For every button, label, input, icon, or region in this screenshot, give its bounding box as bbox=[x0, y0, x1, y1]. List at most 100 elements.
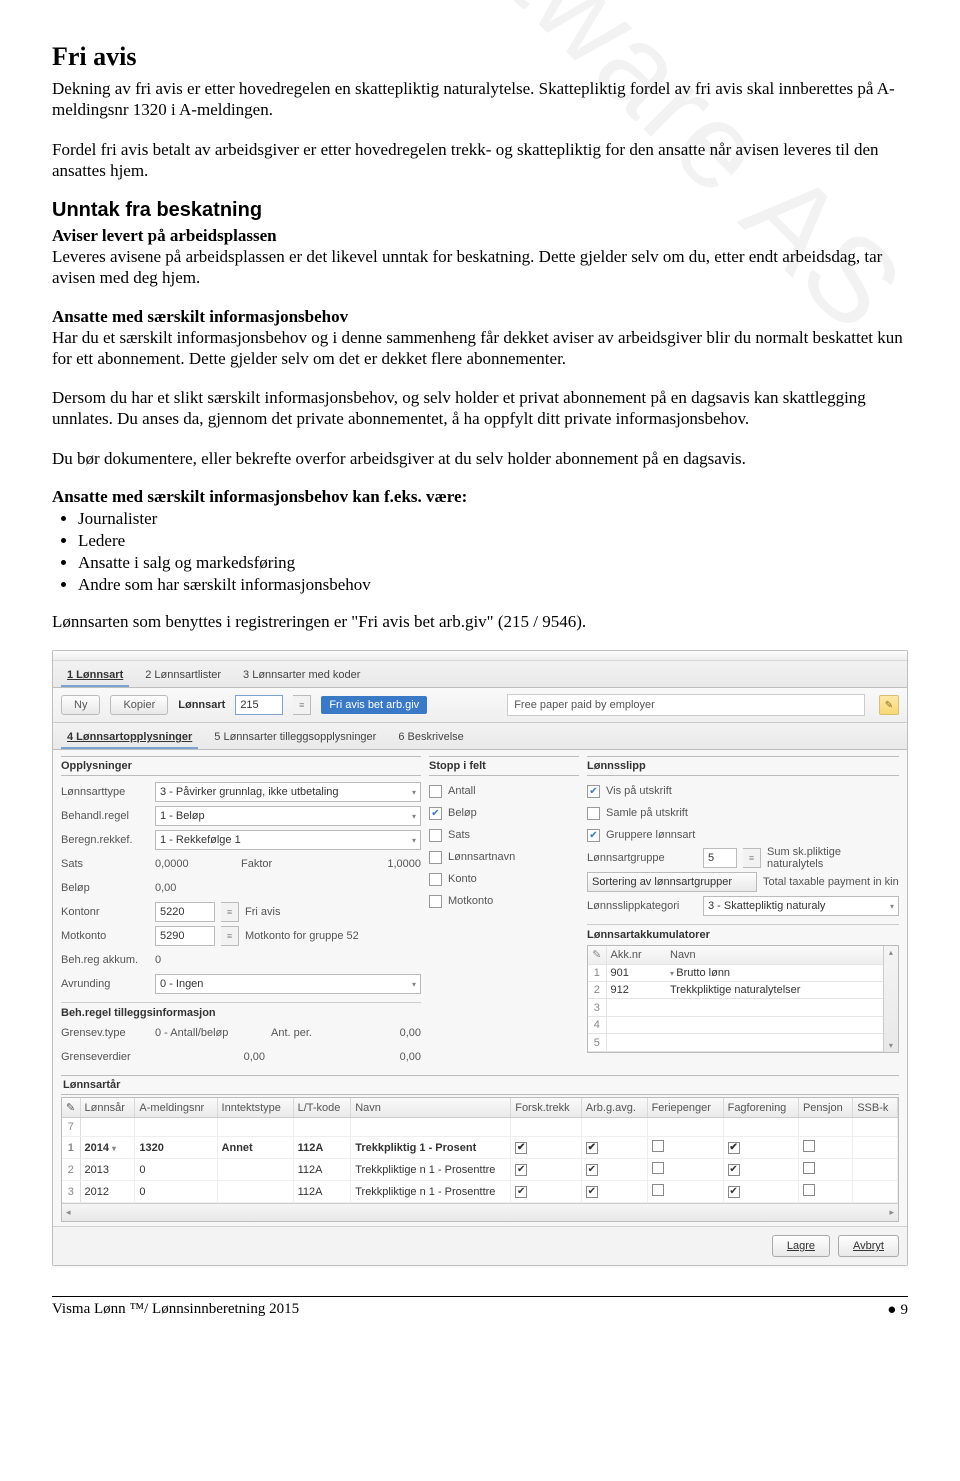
lbl-avrunding: Avrunding bbox=[61, 978, 149, 990]
chk-vispa[interactable]: ✔Vis på utskrift bbox=[587, 780, 899, 802]
lbl-belop: Beløp bbox=[61, 882, 149, 894]
list-icon[interactable]: ≡ bbox=[221, 926, 239, 946]
h-scrollbar[interactable]: ◂▸ bbox=[62, 1203, 898, 1221]
lonnsart-label: Lønnsart bbox=[178, 699, 225, 711]
group-lonnsslipp: Lønnsslipp bbox=[587, 756, 899, 776]
val-faktor: 1,0000 bbox=[297, 858, 421, 870]
tab-tillegg[interactable]: 5 Lønnsarter tilleggsopplysninger bbox=[208, 727, 382, 749]
lbl-behandlregel: Behandl.regel bbox=[61, 810, 149, 822]
val-g2: 0,00 bbox=[337, 1051, 421, 1063]
list-item: Andre som har særskilt informasjonsbehov bbox=[78, 575, 908, 595]
chk-sats[interactable]: Sats bbox=[429, 824, 579, 846]
chk-lonnsartnavn[interactable]: Lønnsartnavn bbox=[429, 846, 579, 868]
window-titlebar bbox=[53, 651, 907, 661]
subheading-examples: Ansatte med særskilt informasjonsbehov k… bbox=[52, 487, 908, 507]
lbl-kategori: Lønnsslippkategori bbox=[587, 900, 697, 912]
chk-belop[interactable]: ✔Beløp bbox=[429, 802, 579, 824]
list-item: Ansatte i salg og markedsføring bbox=[78, 553, 908, 573]
tab-lonnsart[interactable]: 1 Lønnsart bbox=[61, 665, 129, 687]
akk-grid[interactable]: ✎Akk.nrNavn 1901▾ Brutto lønn 2912Trekkp… bbox=[587, 945, 899, 1053]
lbl-motkonto: Motkonto bbox=[61, 930, 149, 942]
col-lonnsslipp: Lønnsslipp ✔Vis på utskrift Samle på uts… bbox=[587, 756, 899, 1069]
chk-antall[interactable]: Antall bbox=[429, 780, 579, 802]
group-tillegg: Beh.regel tilleggsinformasjon bbox=[61, 1002, 421, 1019]
footer-left: Visma Lønn ™/ Lønnsinnberetning 2015 bbox=[52, 1301, 299, 1319]
list-icon[interactable]: ≡ bbox=[293, 695, 311, 715]
heading-unntak: Unntak fra beskatning bbox=[52, 199, 908, 222]
subheading-ansatte: Ansatte med særskilt informasjonsbehov bbox=[52, 307, 908, 327]
dd-lonnsarttype[interactable]: 3 - Påvirker grunnlag, ikke utbetaling▾ bbox=[155, 782, 421, 802]
val-belop: 0,00 bbox=[155, 882, 421, 894]
val-behregakkum: 0 bbox=[155, 954, 421, 966]
la-grid[interactable]: ✎ LønnsårA-meldingsnrInntektstypeL/T-kod… bbox=[61, 1097, 899, 1222]
grpnum-desc: Sum sk.pliktige naturalytels bbox=[767, 846, 899, 870]
dialog-buttons: Lagre Avbryt bbox=[53, 1226, 907, 1265]
val-antper: 0,00 bbox=[337, 1027, 421, 1039]
lbl-lonnsarttype: Lønnsarttype bbox=[61, 786, 149, 798]
dd-avrunding[interactable]: 0 - Ingen▾ bbox=[155, 974, 421, 994]
kontonr-desc: Fri avis bbox=[245, 906, 421, 918]
dd-behandlregel[interactable]: 1 - Beløp▾ bbox=[155, 806, 421, 826]
bullet-list: Journalister Ledere Ansatte i salg og ma… bbox=[78, 509, 908, 595]
sort-desc: Total taxable payment in kin bbox=[763, 876, 899, 888]
para-2: Fordel fri avis betalt av arbeidsgiver e… bbox=[52, 139, 908, 182]
footer-right: ● 9 bbox=[887, 1301, 908, 1319]
page-footer: Visma Lønn ™/ Lønnsinnberetning 2015 ● 9 bbox=[52, 1296, 908, 1323]
table-row[interactable]: 320120112ATrekkpliktige n 1 - Prosenttre… bbox=[62, 1181, 898, 1203]
ny-button[interactable]: Ny bbox=[61, 695, 100, 715]
lbl-behregakkum: Beh.reg akkum. bbox=[61, 954, 149, 966]
document-page: Fri avis Dekning av fri avis er etter ho… bbox=[0, 0, 960, 1343]
lonnsart-selected-tag[interactable]: Fri avis bet arb.giv bbox=[321, 696, 427, 714]
field-motkonto[interactable]: 5290 bbox=[155, 926, 215, 946]
toolbar: Ny Kopier Lønnsart 215 ≡ Fri avis bet arb… bbox=[53, 688, 907, 723]
lonnsart-number-input[interactable]: 215 bbox=[235, 695, 283, 715]
sort-button[interactable]: Sortering av lønnsartgrupper bbox=[587, 872, 757, 892]
edit-icon[interactable]: ✎ bbox=[879, 695, 899, 715]
dd-beregnrekkef[interactable]: 1 - Rekkefølge 1▾ bbox=[155, 830, 421, 850]
tab-opplysninger[interactable]: 4 Lønnsartopplysninger bbox=[61, 727, 198, 749]
group-lonnsartar: Lønnsartår bbox=[61, 1075, 899, 1095]
tab-lonnsartlister[interactable]: 2 Lønnsartlister bbox=[139, 665, 227, 687]
lonnsart-english-field[interactable]: Free paper paid by employer bbox=[507, 694, 865, 716]
field-grpnum[interactable]: 5 bbox=[703, 848, 737, 868]
akk-row: Trekkpliktige naturalytelser bbox=[666, 981, 883, 998]
tab-lonnsarter-koder[interactable]: 3 Lønnsarter med koder bbox=[237, 665, 366, 687]
list-icon[interactable]: ≡ bbox=[221, 902, 239, 922]
para-3: Leveres avisene på arbeidsplassen er det… bbox=[52, 246, 908, 289]
para-7: Lønnsarten som benyttes i registreringen… bbox=[52, 611, 908, 632]
chk-konto[interactable]: Konto bbox=[429, 868, 579, 890]
lbl-grensevtype: Grensev.type bbox=[61, 1027, 149, 1039]
col-opplysninger: Opplysninger Lønnsarttype 3 - Påvirker g… bbox=[61, 756, 421, 1069]
list-item: Journalister bbox=[78, 509, 908, 529]
group-akk: Lønnsartakkumulatorer bbox=[587, 924, 899, 941]
chk-samle[interactable]: Samle på utskrift bbox=[587, 802, 899, 824]
group-stopp: Stopp i felt bbox=[429, 756, 579, 776]
para-5: Dersom du har et slikt særskilt informas… bbox=[52, 387, 908, 430]
para-1: Dekning av fri avis er etter hovedregele… bbox=[52, 78, 908, 121]
main-panel: Opplysninger Lønnsarttype 3 - Påvirker g… bbox=[53, 750, 907, 1069]
table-row[interactable]: 1 2014 ▾ 1320Annet112ATrekkpliktig 1 - P… bbox=[62, 1137, 898, 1159]
lbl-kontonr: Kontonr bbox=[61, 906, 149, 918]
group-opplysninger: Opplysninger bbox=[61, 756, 421, 776]
motkonto-desc: Motkonto for gruppe 52 bbox=[245, 930, 421, 942]
lbl-faktor: Faktor bbox=[241, 858, 291, 870]
scrollbar[interactable]: ▴▾ bbox=[883, 946, 898, 1052]
chk-gruppere[interactable]: ✔Gruppere lønnsart bbox=[587, 824, 899, 846]
dd-kategori[interactable]: 3 - Skattepliktig naturaly▾ bbox=[703, 896, 899, 916]
list-icon[interactable]: ≡ bbox=[743, 848, 761, 868]
para-4: Har du et særskilt informasjonsbehov og … bbox=[52, 327, 908, 370]
val-g1: 0,00 bbox=[155, 1051, 265, 1063]
chk-motkonto2[interactable]: Motkonto bbox=[429, 890, 579, 912]
app-window: 1 Lønnsart 2 Lønnsartlister 3 Lønnsarter… bbox=[52, 650, 908, 1266]
val-grensevtype: 0 - Antall/beløp bbox=[155, 1027, 265, 1039]
field-kontonr[interactable]: 5220 bbox=[155, 902, 215, 922]
table-row[interactable]: 220130112ATrekkpliktige n 1 - Prosenttre… bbox=[62, 1159, 898, 1181]
kopier-button[interactable]: Kopier bbox=[110, 695, 168, 715]
list-item: Ledere bbox=[78, 531, 908, 551]
page-title: Fri avis bbox=[52, 42, 908, 72]
subheading-aviser: Aviser levert på arbeidsplassen bbox=[52, 226, 908, 246]
save-button[interactable]: Lagre bbox=[772, 1235, 830, 1257]
cancel-button[interactable]: Avbryt bbox=[838, 1235, 899, 1257]
tab-beskrivelse[interactable]: 6 Beskrivelse bbox=[392, 727, 469, 749]
val-sats: 0,0000 bbox=[155, 858, 235, 870]
